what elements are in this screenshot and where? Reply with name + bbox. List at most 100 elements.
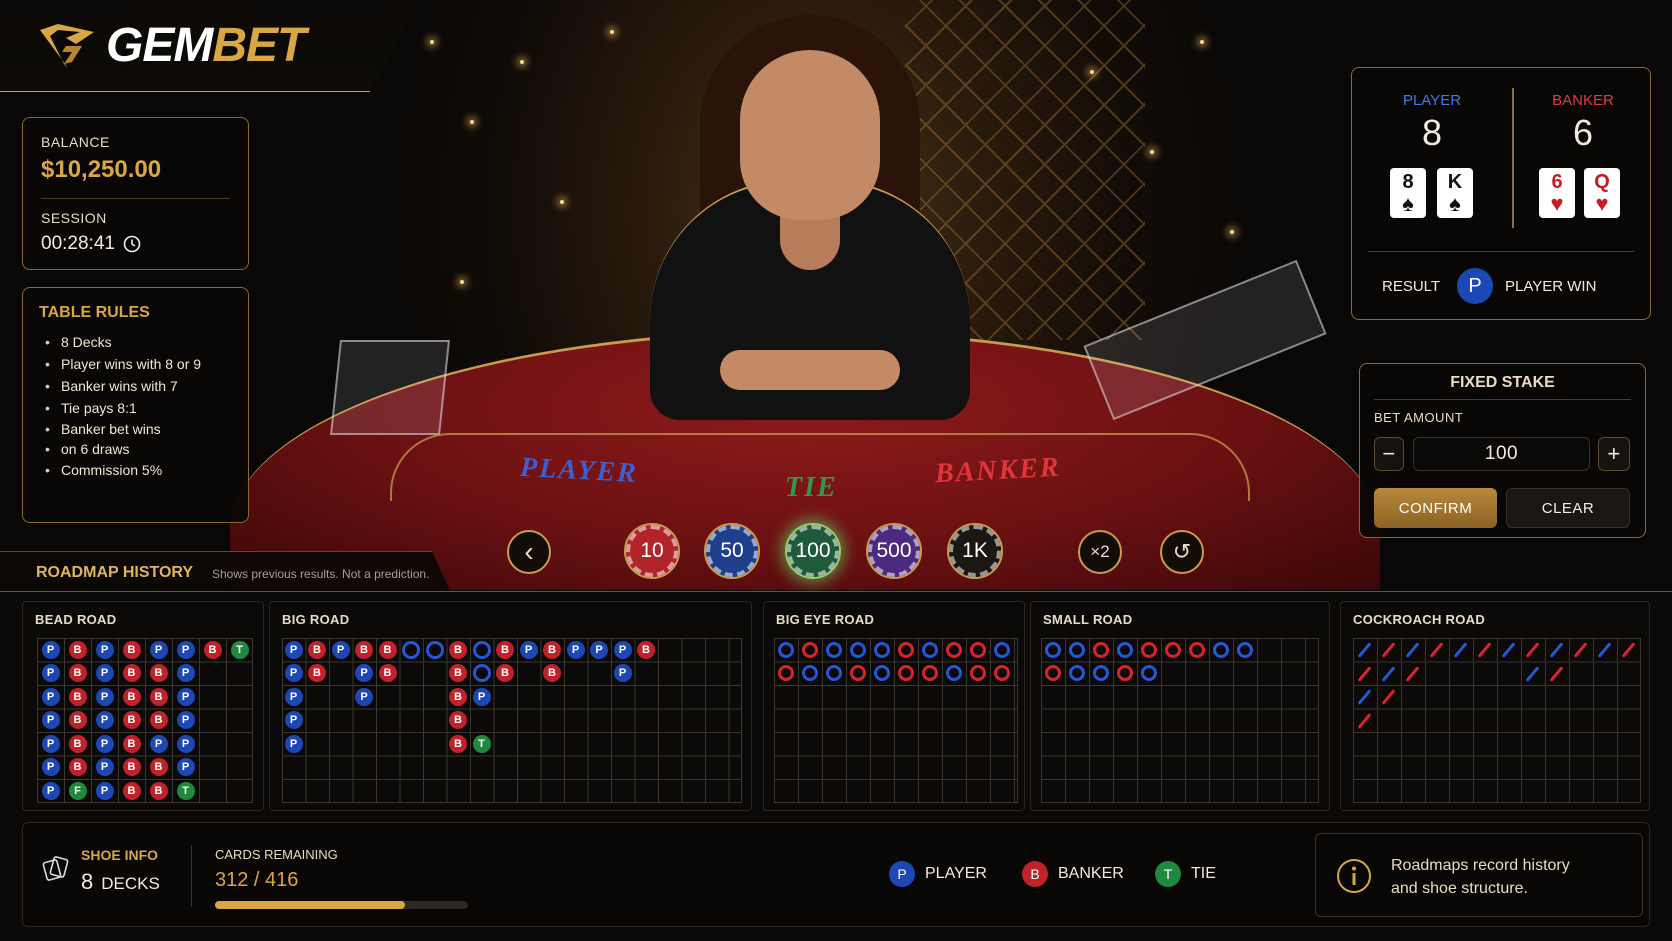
big-road-banker: B (308, 664, 326, 682)
bead-player: P (41, 734, 60, 753)
cockroach-slash (1357, 689, 1372, 705)
chip-1K[interactable]: 1K (947, 523, 1003, 579)
big-eye-ring (994, 665, 1010, 681)
double-bet-button[interactable]: ×2 (1078, 530, 1122, 574)
big-eye-ring (826, 641, 842, 658)
small-road: SMALL ROAD (1030, 601, 1330, 811)
increase-bet-button[interactable]: + (1598, 437, 1630, 471)
bead-banker: B (122, 734, 141, 753)
bead-player: P (149, 640, 168, 659)
legend-tie: T TIE (1155, 861, 1216, 887)
big-road-player: P (284, 734, 303, 753)
clock-icon (123, 235, 141, 253)
cockroach-slash (1501, 642, 1516, 658)
balance-value: $10,250.00 (41, 156, 162, 183)
small-road-ring (1189, 641, 1205, 658)
bead-player: P (176, 687, 195, 706)
bead-player: P (41, 781, 60, 800)
bead-player: P (95, 734, 114, 753)
big-eye-ring (778, 665, 794, 681)
legend-tie-label: TIE (1191, 865, 1216, 882)
big-road-player: P (284, 687, 303, 706)
fixed-stake-card: FIXED STAKE BET AMOUNT − 100 + CONFIRM C… (1359, 363, 1646, 538)
bead-player: P (41, 758, 60, 776)
small-road-grid (1041, 638, 1319, 803)
cockroach-road-title: COCKROACH ROAD (1353, 612, 1486, 627)
small-road-ring (1093, 641, 1109, 658)
small-road-ring (1237, 641, 1253, 658)
chip-500[interactable]: 500 (866, 523, 922, 579)
clear-button[interactable]: CLEAR (1506, 488, 1630, 528)
decor-light (1090, 70, 1094, 74)
bead-banker: B (122, 640, 141, 659)
big-road-ring (425, 640, 444, 659)
cockroach-slash (1549, 665, 1564, 682)
footer-bar: SHOE INFO 8 DECKS CARDS REMAINING 312 / … (22, 822, 1650, 927)
rule-item: Commission 5% (43, 459, 201, 481)
bet-amount-input[interactable]: 100 (1413, 437, 1590, 471)
big-eye-ring (922, 641, 938, 658)
session-timer: 00:28:41 (41, 233, 141, 255)
decor-light (460, 280, 464, 284)
chip-value: 10 (626, 525, 678, 577)
bead-banker: B (149, 664, 168, 682)
big-road-player: P (284, 664, 303, 682)
result-badge: P (1457, 268, 1493, 304)
big-eye-ring (850, 665, 866, 681)
small-road-ring (1213, 641, 1229, 658)
bead-road-title: BEAD ROAD (35, 612, 117, 627)
bead-banker: B (68, 640, 87, 659)
cockroach-slash (1381, 642, 1396, 658)
big-eye-ring (946, 665, 962, 681)
big-road-player: P (613, 664, 632, 682)
chip-50[interactable]: 50 (704, 523, 760, 579)
divider (1368, 251, 1634, 252)
bead-player: P (149, 734, 168, 753)
divider (1374, 399, 1631, 400)
cockroach-slash (1381, 665, 1396, 682)
brand-name: GEMBET (106, 19, 306, 72)
big-road-tie: T (472, 734, 491, 753)
big-road-banker: B (449, 640, 467, 659)
player-label: PLAYER (1402, 92, 1462, 109)
big-road-player: P (284, 711, 303, 729)
big-eye-ring (970, 665, 986, 681)
undo-button[interactable]: ↺ (1160, 530, 1204, 574)
bead-player: P (41, 640, 60, 659)
cards-remaining-fill (215, 901, 405, 909)
result-text: PLAYER WIN (1505, 278, 1597, 295)
confirm-button[interactable]: CONFIRM (1374, 488, 1497, 528)
big-road-title: BIG ROAD (282, 612, 350, 627)
rules-title: TABLE RULES (39, 304, 150, 321)
legend-banker: B BANKER (1022, 861, 1124, 887)
rule-item: Player wins with 8 or 9 (43, 353, 201, 375)
discard-tray (330, 340, 450, 435)
decor-light (1230, 230, 1234, 234)
chip-10[interactable]: 10 (624, 523, 680, 579)
gem-logo-icon (40, 24, 94, 68)
bead-player: P (176, 640, 195, 659)
big-road-ring (472, 664, 491, 682)
bead-banker: B (122, 758, 141, 776)
cockroach-slash (1549, 642, 1564, 658)
bead-player: P (176, 664, 195, 682)
big-eye-ring (874, 641, 890, 658)
bead-banker: B (149, 711, 168, 729)
previous-button[interactable]: ‹ (507, 530, 551, 574)
roadmap-title: ROADMAP HISTORY (36, 564, 194, 581)
big-eye-ring (874, 665, 890, 681)
felt-tie-label: TIE (785, 472, 838, 503)
bead-banker: B (122, 711, 141, 729)
banker-card-2: Q ♥ (1584, 168, 1620, 218)
big-road-player: P (472, 687, 491, 706)
decrease-bet-button[interactable]: − (1374, 437, 1404, 471)
big-road-player: P (284, 640, 303, 659)
bead-banker: B (68, 711, 87, 729)
big-road: BIG ROAD PPPPPBBPBPPBBBBBBBPTBBPBBPPPPB (269, 601, 752, 811)
bet-amount-label: BET AMOUNT (1374, 410, 1464, 425)
small-road-ring (1117, 641, 1133, 658)
chip-100[interactable]: 100 (785, 523, 841, 579)
player-score: 8 (1421, 112, 1443, 153)
legend-player-label: PLAYER (925, 865, 987, 882)
banker-score: 6 (1572, 112, 1594, 153)
